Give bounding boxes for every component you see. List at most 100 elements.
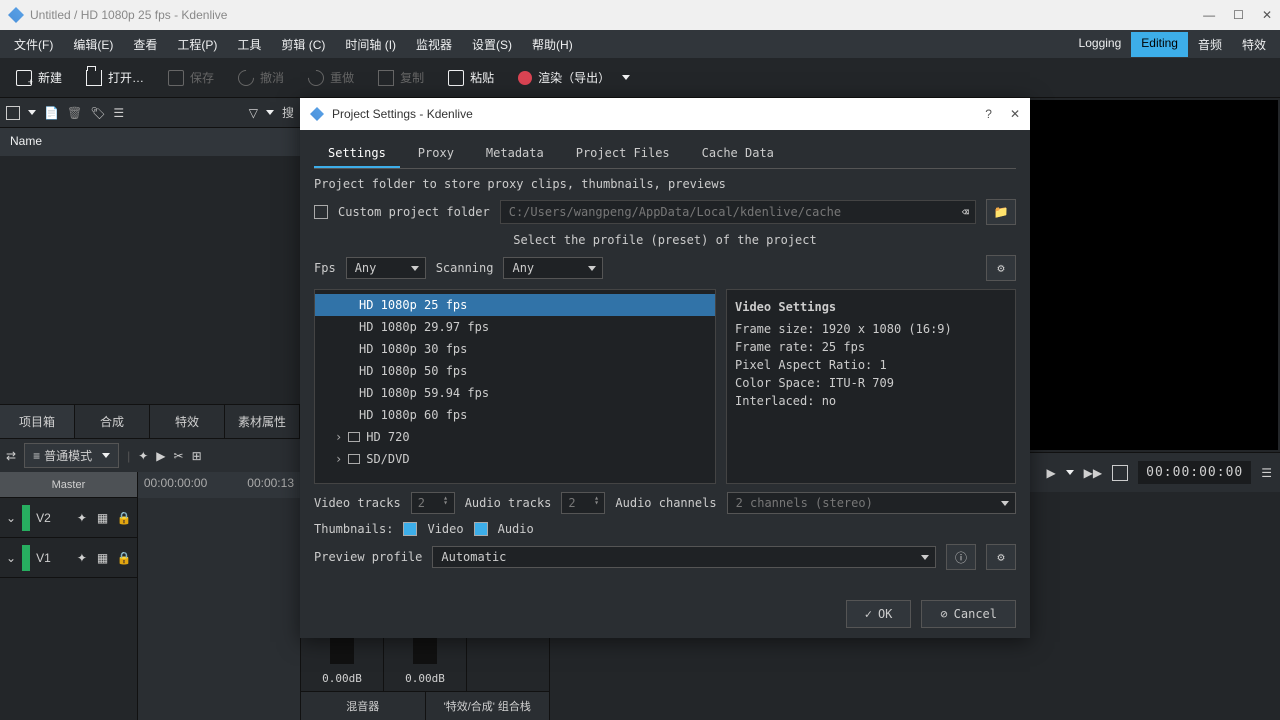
delete-icon[interactable]: 🗑 (67, 106, 82, 120)
menu-file[interactable]: 文件(F) (4, 32, 63, 57)
chevron-down-icon[interactable] (1066, 470, 1074, 475)
audio-tracks-input[interactable]: 2 (561, 492, 605, 514)
add-clip-icon[interactable]: 📄 (44, 106, 59, 120)
tab-effects[interactable]: 特效 (150, 405, 225, 438)
cancel-button[interactable]: ⊘Cancel (921, 600, 1016, 628)
monitor-menu-icon[interactable]: ☰ (1261, 466, 1272, 480)
preview-profile-select[interactable]: Automatic (432, 546, 936, 568)
menu-clip[interactable]: 剪辑 (C) (271, 32, 335, 57)
tab-proxy[interactable]: Proxy (404, 140, 468, 168)
profile-item[interactable]: HD 1080p 30 fps (315, 338, 715, 360)
filter-icon[interactable]: ▽ (249, 106, 258, 120)
tool-play-icon[interactable]: ▶ (156, 449, 165, 463)
minimize-button[interactable]: — (1203, 8, 1215, 22)
layout-logging[interactable]: Logging (1069, 32, 1132, 57)
menu-icon[interactable]: ☰ (113, 106, 124, 120)
track-v2[interactable]: ⌄V2 ✦▦🔒 (0, 498, 137, 538)
tag-icon[interactable]: 🏷 (90, 106, 105, 120)
copy-button[interactable]: 复制 (368, 63, 434, 92)
close-button[interactable]: ✕ (1262, 8, 1272, 22)
zone-icon[interactable] (1112, 465, 1128, 481)
track-settings-icon[interactable]: ⇄ (6, 449, 16, 463)
profile-list[interactable]: HD 1080p 25 fps HD 1080p 29.97 fps HD 10… (314, 289, 716, 484)
folder-path-input[interactable]: C:/Users/wangpeng/AppData/Local/kdenlive… (500, 200, 976, 224)
mute-icon[interactable]: ▦ (97, 551, 111, 565)
effects-icon[interactable]: ✦ (77, 511, 91, 525)
menu-timeline[interactable]: 时间轴 (I) (335, 32, 406, 57)
tab-effect-stack[interactable]: '特效/合成' 组合栈 (426, 692, 551, 720)
profile-group[interactable]: HD 720 (315, 426, 715, 448)
record-icon (518, 71, 532, 85)
custom-folder-checkbox[interactable] (314, 205, 328, 219)
tab-project-bin[interactable]: 项目箱 (0, 405, 75, 438)
undo-button[interactable]: 撤消 (228, 63, 294, 92)
scanning-select[interactable]: Any (503, 257, 603, 279)
tab-metadata[interactable]: Metadata (472, 140, 558, 168)
menu-edit[interactable]: 编辑(E) (63, 32, 123, 57)
tool-razor-icon[interactable]: ✂ (174, 449, 184, 463)
expand-icon[interactable]: ⌄ (6, 511, 16, 525)
track-v1[interactable]: ⌄V1 ✦▦🔒 (0, 538, 137, 578)
edit-mode-select[interactable]: ≡普通模式 (24, 443, 119, 468)
layout-effects[interactable]: 特效 (1232, 32, 1276, 57)
menu-tools[interactable]: 工具 (227, 32, 271, 57)
chevron-down-icon[interactable] (266, 110, 274, 115)
audio-channels-select[interactable]: 2 channels (stereo) (727, 492, 1016, 514)
redo-button[interactable]: 重做 (298, 63, 364, 92)
tool-select-icon[interactable]: ✦ (138, 449, 148, 463)
clear-icon[interactable]: ⌫ (962, 205, 969, 219)
thumb-video-checkbox[interactable] (403, 522, 417, 536)
preview-settings-button[interactable]: ⚙ (986, 544, 1016, 570)
tab-compositions[interactable]: 合成 (75, 405, 150, 438)
tab-mixer[interactable]: 混音器 (301, 692, 426, 720)
lock-icon[interactable]: 🔒 (117, 511, 131, 525)
menu-project[interactable]: 工程(P) (167, 32, 227, 57)
profile-item[interactable]: HD 1080p 59.94 fps (315, 382, 715, 404)
profile-item[interactable]: HD 1080p 29.97 fps (315, 316, 715, 338)
menu-help[interactable]: 帮助(H) (522, 32, 583, 57)
preview-info-button[interactable]: ⓘ (946, 544, 976, 570)
help-button[interactable]: ? (985, 107, 992, 121)
profile-item[interactable]: HD 1080p 60 fps (315, 404, 715, 426)
view-mode-icon[interactable] (6, 106, 20, 120)
bin-body[interactable] (0, 156, 300, 404)
fps-select[interactable]: Any (346, 257, 426, 279)
maximize-button[interactable]: ☐ (1233, 8, 1244, 22)
video-tracks-input[interactable]: 2 (411, 492, 455, 514)
menu-settings[interactable]: 设置(S) (462, 32, 522, 57)
forward-button[interactable]: ▶▶ (1084, 466, 1102, 480)
new-button[interactable]: 新建 (6, 63, 72, 92)
profile-item[interactable]: HD 1080p 25 fps (315, 294, 715, 316)
timecode-display[interactable]: 00:00:00:00 (1138, 461, 1251, 484)
tab-clip-properties[interactable]: 素材属性 (225, 405, 300, 438)
tab-project-files[interactable]: Project Files (562, 140, 684, 168)
profile-item[interactable]: HD 1080p 50 fps (315, 360, 715, 382)
timeline-canvas[interactable]: 00:00:00:0000:00:13 (138, 472, 300, 720)
thumb-audio-checkbox[interactable] (474, 522, 488, 536)
tab-cache-data[interactable]: Cache Data (688, 140, 788, 168)
effects-icon[interactable]: ✦ (77, 551, 91, 565)
menu-monitor[interactable]: 监视器 (406, 32, 462, 57)
mute-icon[interactable]: ▦ (97, 511, 111, 525)
timeline-ruler[interactable]: 00:00:00:0000:00:13 (138, 472, 300, 498)
lock-icon[interactable]: 🔒 (117, 551, 131, 565)
save-button[interactable]: 保存 (158, 63, 224, 92)
layout-audio[interactable]: 音频 (1188, 32, 1232, 57)
open-button[interactable]: 打开… (76, 63, 154, 92)
tab-settings[interactable]: Settings (314, 140, 400, 168)
profile-settings-button[interactable]: ⚙ (986, 255, 1016, 281)
track-master[interactable]: Master (0, 472, 137, 498)
paste-button[interactable]: 粘贴 (438, 63, 504, 92)
dialog-close-button[interactable]: ✕ (1010, 107, 1020, 121)
play-button[interactable]: ▶ (1046, 466, 1055, 480)
browse-folder-button[interactable]: 📁 (986, 199, 1016, 225)
render-button[interactable]: 渲染（导出） (508, 63, 640, 92)
chevron-down-icon[interactable] (28, 110, 36, 115)
tool-spacer-icon[interactable]: ⊞ (192, 449, 202, 463)
profile-group[interactable]: SD/DVD (315, 448, 715, 470)
bin-column-name[interactable]: Name (0, 128, 300, 156)
menu-view[interactable]: 查看 (123, 32, 167, 57)
ok-button[interactable]: ✓OK (846, 600, 912, 628)
expand-icon[interactable]: ⌄ (6, 551, 16, 565)
layout-editing[interactable]: Editing (1131, 32, 1188, 57)
